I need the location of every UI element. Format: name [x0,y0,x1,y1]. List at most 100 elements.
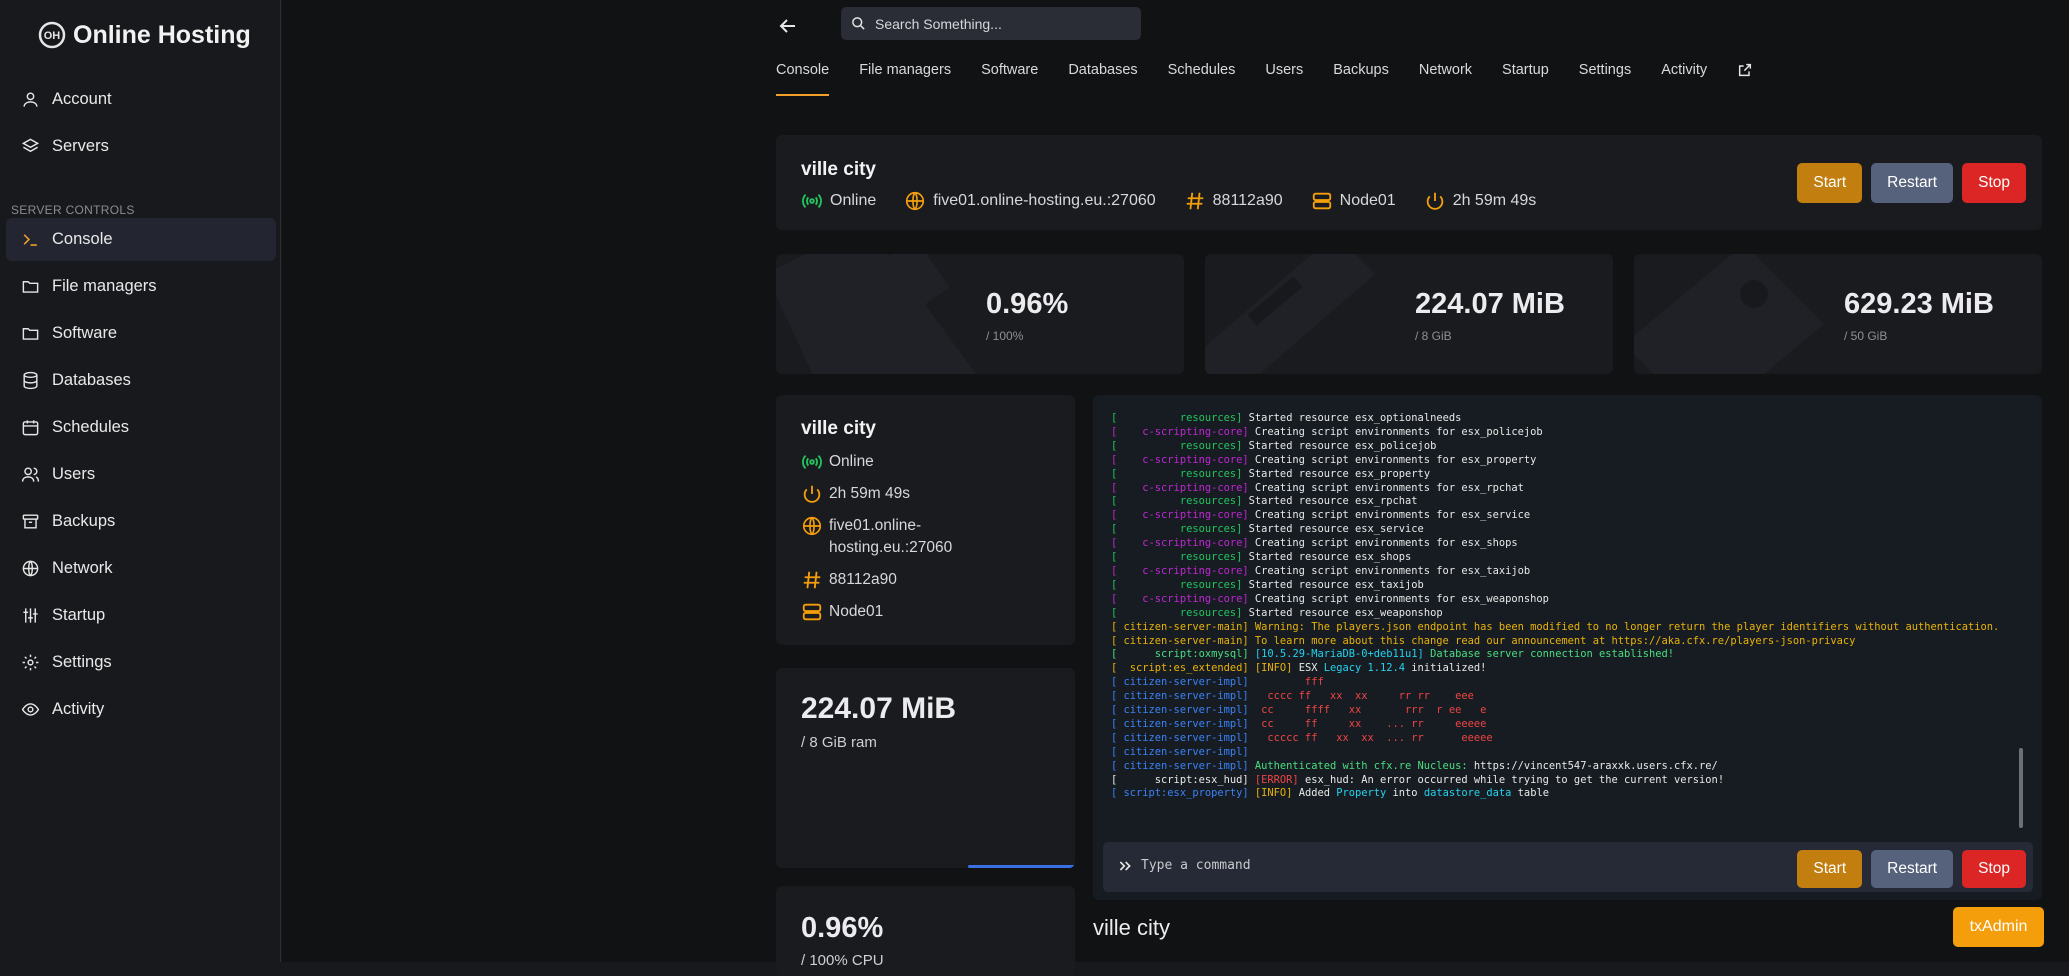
tab-software[interactable]: Software [981,62,1038,96]
sidebar-item-console[interactable]: Console [6,218,276,261]
console-output[interactable]: [ resources] Started resource esx_option… [1111,412,2011,801]
console-line: [ c-scripting-core] Creating script envi… [1111,426,2011,440]
tab-network[interactable]: Network [1419,62,1472,96]
sidebar-item-label: Software [52,324,118,342]
start-button[interactable]: Start [1797,163,1863,203]
disk-limit: / 50 GiB [1844,329,1888,343]
tab-users[interactable]: Users [1265,62,1303,96]
console-line: [ citizen-server-impl] cc ff xx ... rr e… [1111,718,2011,732]
console-text: [ [1111,412,1180,424]
uptime-text: 2h 59m 49s [829,485,910,502]
cpu-value: 0.96% [986,288,1069,320]
disk-value: 629.23 MiB [1844,288,1994,320]
stop-button[interactable]: Stop [1962,850,2026,888]
status-text: Online [830,192,877,209]
sliders-icon [23,608,38,623]
stop-button[interactable]: Stop [1962,163,2026,203]
console-text: cc ffff xx rrr r ee e [1254,704,1487,717]
restart-button[interactable]: Restart [1871,163,1954,203]
console-line: [ script:esx_property] [INFO] Added Prop… [1111,787,2011,801]
console-line: [ citizen-server-impl] cccc ff xx xx rr … [1111,690,2011,704]
sidebar-item-label: Databases [52,371,131,389]
tab-startup[interactable]: Startup [1502,62,1549,96]
console-text: ] [1236,467,1249,480]
sidebar-item-users[interactable]: Users [6,453,276,496]
console-text: c-scripting-core [1142,481,1243,494]
txadmin-button[interactable]: txAdmin [1953,907,2044,947]
console-line: [ citizen-server-main] To learn more abo… [1111,635,2011,649]
console-text: ] [1236,439,1249,452]
restart-button[interactable]: Restart [1871,850,1954,888]
console-text: ] [1242,481,1255,494]
console-text: [ citizen-server-main] [1111,634,1255,647]
console-text: [INFO] [1254,787,1299,800]
console-text: ccccc ff xx xx ... rr eeeee [1254,731,1493,744]
sidebar-item-software[interactable]: Software [6,312,276,355]
console-text: resources [1179,439,1237,452]
brand[interactable]: OH Online Hosting [37,20,251,50]
console-line: [ resources] Started resource esx_servic… [1111,523,2011,537]
archive-icon [22,514,39,529]
console-text: ] [1242,564,1255,577]
console-text: resources [1179,551,1237,564]
tab-backups[interactable]: Backups [1333,62,1389,96]
console-text: [ [1111,425,1143,438]
console-text: [ [1111,495,1180,508]
back-arrow-icon[interactable] [776,14,800,38]
sidebar-item-activity[interactable]: Activity [6,688,276,731]
console-text: [ [1111,606,1180,619]
disk-stat-card: 629.23 MiB / 50 GiB [1634,254,2042,374]
console-text: ] [1236,606,1249,619]
console-line: [ citizen-server-impl] Authenticated wit… [1111,760,2011,774]
memory-value: 224.07 MiB [1415,288,1565,320]
svg-text:OH: OH [44,30,61,42]
sidebar-item-databases[interactable]: Databases [6,359,276,402]
console-text: [ citizen-server-impl] [1111,745,1255,758]
sidebar-item-account[interactable]: Account [6,78,276,121]
console-line: [ c-scripting-core] Creating script envi… [1111,482,2011,496]
sidebar-item-file-managers[interactable]: File managers [6,265,276,308]
tab-activity[interactable]: Activity [1661,62,1707,96]
id-row: 88112a90 [801,569,1061,591]
signal-icon [802,454,822,470]
sidebar-server-nav: Console File managers Software Databases… [0,218,281,735]
tab-console[interactable]: Console [776,62,830,96]
node-row: Node01 [801,601,1061,623]
address-text: five01.online-hosting.eu.:27060 [829,517,953,556]
console-text: [10.5.29-MariaDB-0+deb11u1] [1254,648,1431,661]
server-details-list: Online 2h 59m 49s five01.online-hosting.… [801,451,1061,633]
tab-schedules[interactable]: Schedules [1168,62,1236,96]
command-input[interactable]: Type a command [1141,858,1251,873]
console-line: [ resources] Started resource esx_rpchat [1111,495,2011,509]
sidebar-item-startup[interactable]: Startup [6,594,276,637]
console-panel: [ resources] Started resource esx_option… [1093,395,2042,900]
console-scrollbar[interactable] [2019,748,2023,828]
address-text: five01.online-hosting.eu.:27060 [933,192,1156,209]
cpu-limit: / 100% [986,329,1024,343]
console-text: c-scripting-core [1142,453,1243,466]
sidebar-item-schedules[interactable]: Schedules [6,406,276,449]
sidebar-item-settings[interactable]: Settings [6,641,276,684]
console-text: [ script:es_extended] [1111,662,1255,675]
console-text: cccc ff xx xx rr rr eee [1254,690,1474,703]
cpu-value: 0.96% [801,912,884,944]
memory-watermark-icon [1205,254,1375,374]
sidebar-item-label: Servers [52,137,109,155]
tab-external-link[interactable] [1737,62,1753,96]
console-line: [ resources] Started resource esx_taxijo… [1111,579,2011,593]
user-icon [23,92,38,107]
console-line: [ script:es_extended] [INFO] ESX Legacy … [1111,662,2011,676]
tab-databases[interactable]: Databases [1068,62,1137,96]
sidebar-item-backups[interactable]: Backups [6,500,276,543]
tab-file-managers[interactable]: File managers [859,62,951,96]
uptime-item: 2h 59m 49s [1424,190,1536,212]
start-button[interactable]: Start [1797,850,1863,888]
console-line: [ c-scripting-core] Creating script envi… [1111,454,2011,468]
tab-settings[interactable]: Settings [1579,62,1631,96]
sidebar-item-network[interactable]: Network [6,547,276,590]
search-input[interactable]: Search Something... [841,7,1141,40]
sidebar-item-servers[interactable]: Servers [6,125,276,168]
console-text: c-scripting-core [1142,537,1243,550]
node-item: Node01 [1311,190,1396,212]
brand-logo-icon: OH [38,21,66,49]
